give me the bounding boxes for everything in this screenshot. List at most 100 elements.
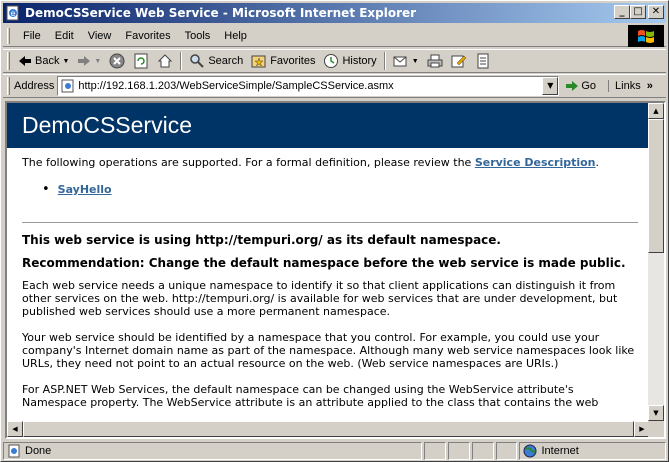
- status-bar: Done Internet: [3, 441, 667, 461]
- forward-button[interactable]: ▼: [73, 51, 105, 71]
- menu-edit[interactable]: Edit: [48, 28, 81, 44]
- namespace-paragraph-3: For ASP.NET Web Services, the default na…: [22, 383, 599, 409]
- page-done-icon: [8, 444, 20, 458]
- status-pane-empty: [447, 442, 470, 460]
- history-label: History: [342, 55, 377, 67]
- go-button[interactable]: Go: [565, 80, 596, 92]
- maximize-button[interactable]: □: [630, 5, 646, 19]
- go-label: Go: [581, 80, 597, 92]
- favorites-icon: [251, 55, 266, 68]
- page-icon: [61, 79, 74, 93]
- namespace-paragraph-2: Your web service should be identified by…: [22, 331, 635, 370]
- vertical-scroll-thumb[interactable]: [648, 119, 664, 253]
- security-zone-pane: Internet: [519, 442, 667, 460]
- scroll-left-button[interactable]: ◀: [7, 421, 23, 437]
- status-pane-empty: [471, 442, 494, 460]
- namespace-paragraph-1: Each web service needs a unique namespac…: [22, 279, 618, 318]
- horizontal-scrollbar[interactable]: ◀ ▶: [7, 421, 650, 437]
- intro-end: .: [595, 156, 600, 169]
- intro-text: The following operations are supported. …: [22, 156, 635, 169]
- status-text-pane: Done: [3, 442, 422, 460]
- menu-view[interactable]: View: [81, 28, 119, 44]
- forward-arrow-icon: [78, 56, 91, 66]
- stop-icon: [109, 53, 125, 69]
- chevron-down-icon[interactable]: ▼: [94, 58, 101, 65]
- page-body: The following operations are supported. …: [7, 148, 650, 409]
- recommendation-heading: Recommendation: Change the default names…: [22, 256, 626, 270]
- links-button[interactable]: Links »: [608, 80, 653, 92]
- close-button[interactable]: ✕: [648, 5, 664, 19]
- address-grip[interactable]: [7, 77, 10, 95]
- page-viewport: DemoCSService The following operations a…: [5, 101, 666, 439]
- svg-text:e: e: [11, 9, 16, 18]
- toolbar-separator: [180, 52, 183, 70]
- links-label: Links: [615, 80, 641, 92]
- scrollbar-corner: [648, 421, 664, 437]
- toolbar-grip[interactable]: [7, 52, 10, 70]
- favorites-button[interactable]: Favorites: [247, 51, 319, 71]
- namespace-heading: This web service is using http://tempuri…: [22, 233, 501, 247]
- operations-list: SayHello: [22, 182, 635, 197]
- minimize-button[interactable]: _: [614, 5, 630, 19]
- window-title: DemoCSService Web Service - Microsoft In…: [25, 6, 417, 20]
- home-icon: [158, 54, 173, 68]
- favorites-label: Favorites: [270, 55, 316, 67]
- status-pane-empty: [495, 442, 518, 460]
- stop-button[interactable]: [105, 51, 129, 71]
- mail-icon: [393, 56, 407, 67]
- history-button[interactable]: History: [319, 51, 380, 71]
- scroll-up-button[interactable]: ▲: [648, 103, 664, 119]
- links-more-icon[interactable]: »: [647, 80, 653, 92]
- home-button[interactable]: [153, 51, 177, 71]
- chevron-down-icon[interactable]: ▼: [62, 58, 69, 65]
- chevron-down-icon[interactable]: ▼: [412, 58, 419, 65]
- search-button[interactable]: Search: [185, 51, 247, 71]
- back-button[interactable]: Back ▼: [14, 51, 73, 71]
- menu-grip[interactable]: [7, 27, 10, 44]
- title-bar[interactable]: e DemoCSService Web Service - Microsoft …: [3, 3, 666, 23]
- address-bar: Address http://192.168.1.203/WebServiceS…: [3, 74, 666, 98]
- ie-page-icon: e: [6, 5, 19, 21]
- toolbar-separator: [383, 52, 386, 70]
- service-description-link[interactable]: Service Description: [475, 156, 596, 169]
- window-controls: _ □ ✕: [614, 5, 664, 19]
- menu-bar: File Edit View Favorites Tools Help: [3, 25, 666, 47]
- page-content: DemoCSService The following operations a…: [7, 103, 650, 437]
- menu-file[interactable]: File: [16, 28, 48, 44]
- menu-tools[interactable]: Tools: [178, 28, 218, 44]
- ie-window: e DemoCSService Web Service - Microsoft …: [0, 0, 669, 462]
- menu-help[interactable]: Help: [217, 28, 254, 44]
- back-label: Back: [35, 55, 60, 67]
- operation-link-sayhello[interactable]: SayHello: [58, 183, 112, 196]
- history-icon: [324, 54, 339, 68]
- list-item: SayHello: [42, 182, 635, 197]
- search-icon: [190, 54, 205, 68]
- status-pane-empty: [423, 442, 446, 460]
- globe-icon: [523, 444, 537, 458]
- windows-logo-icon: [628, 25, 664, 47]
- intro-label: The following operations are supported. …: [22, 156, 475, 169]
- print-icon: [427, 54, 443, 68]
- edit-button[interactable]: [447, 51, 471, 71]
- address-label: Address: [14, 80, 55, 92]
- go-arrow-icon: [566, 81, 579, 91]
- refresh-icon: [134, 53, 148, 69]
- menu-favorites[interactable]: Favorites: [118, 28, 177, 44]
- horizontal-scroll-thumb[interactable]: [23, 421, 634, 437]
- search-label: Search: [208, 55, 244, 67]
- discuss-button[interactable]: [471, 51, 495, 71]
- zone-label: Internet: [541, 445, 579, 457]
- address-url: http://192.168.1.203/WebServiceSimple/Sa…: [78, 80, 394, 92]
- status-text: Done: [25, 445, 52, 457]
- refresh-button[interactable]: [129, 51, 153, 71]
- edit-icon: [451, 55, 466, 68]
- scroll-down-button[interactable]: ▼: [648, 405, 664, 421]
- document-icon: [477, 53, 489, 69]
- address-dropdown-button[interactable]: ▼: [542, 77, 559, 95]
- address-input[interactable]: http://192.168.1.203/WebServiceSimple/Sa…: [57, 76, 560, 96]
- vertical-scrollbar[interactable]: ▲ ▼: [648, 103, 664, 421]
- back-arrow-icon: [19, 56, 31, 66]
- mail-button[interactable]: ▼: [389, 51, 423, 71]
- divider: [22, 222, 638, 223]
- print-button[interactable]: [423, 51, 447, 71]
